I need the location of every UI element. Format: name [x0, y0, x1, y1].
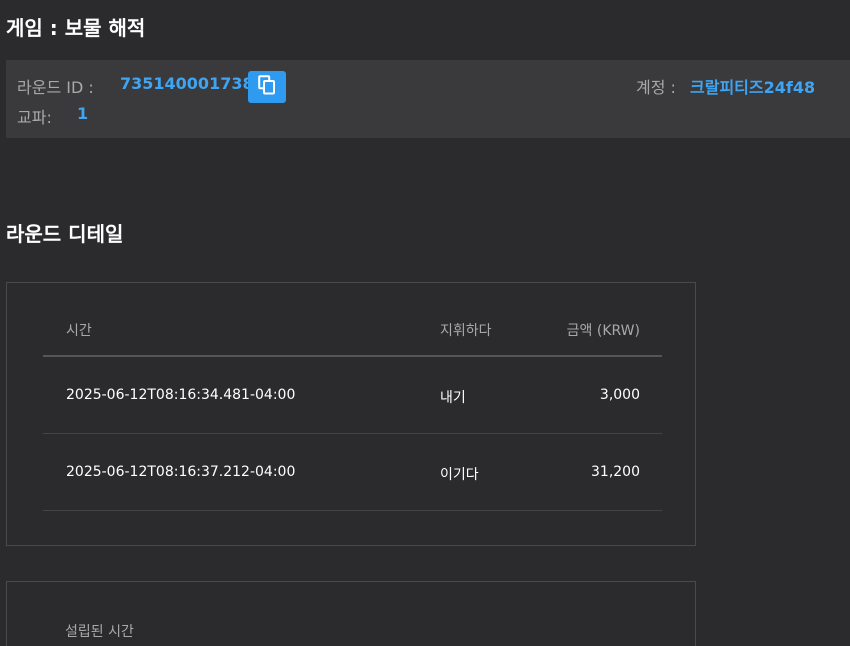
table-row: 2025-06-12T08:16:34.481-04:00 내기 3,000 [43, 357, 662, 434]
column-header-time: 시간 [66, 323, 92, 339]
account-label: 계정 : [636, 78, 676, 97]
row-action: 이기다 [440, 467, 479, 483]
row-time: 2025-06-12T08:16:34.481-04:00 [66, 387, 296, 403]
account-value: 크랄피티즈24f48 [690, 78, 816, 97]
copy-round-id-button[interactable] [248, 71, 286, 103]
round-details-title: 라운드 디테일 [6, 222, 124, 246]
column-header-action: 지휘하다 [440, 323, 492, 339]
settled-time-card: 설립된 시간 [6, 581, 696, 646]
row-action: 내기 [440, 390, 466, 406]
row-time: 2025-06-12T08:16:37.212-04:00 [66, 464, 296, 480]
round-details-card: 시간 지휘하다 금액 (KRW) 2025-06-12T08:16:34.481… [6, 282, 696, 546]
shift-value: 1 [77, 104, 89, 123]
column-header-amount: 금액 (KRW) [566, 323, 640, 339]
round-info-panel: 라운드 ID : 735140001738 계정 : 크랄피티즈24f48 교파… [6, 60, 850, 138]
shift-label: 교파: [17, 108, 52, 127]
row-amount: 3,000 [599, 387, 640, 403]
round-id-value: 735140001738 [120, 74, 254, 93]
settled-time-label: 설립된 시간 [65, 624, 134, 640]
copy-icon [258, 75, 276, 99]
table-header: 시간 지휘하다 금액 (KRW) [43, 283, 662, 357]
table-row: 2025-06-12T08:16:37.212-04:00 이기다 31,200 [43, 434, 662, 511]
round-detail-page: 게임 : 보물 해적 라운드 ID : 735140001738 계정 : 크랄… [0, 0, 850, 646]
round-id-label: 라운드 ID : [17, 78, 94, 97]
row-amount: 31,200 [591, 464, 640, 480]
round-details-table: 시간 지휘하다 금액 (KRW) 2025-06-12T08:16:34.481… [43, 283, 662, 511]
page-title: 게임 : 보물 해적 [6, 16, 146, 40]
